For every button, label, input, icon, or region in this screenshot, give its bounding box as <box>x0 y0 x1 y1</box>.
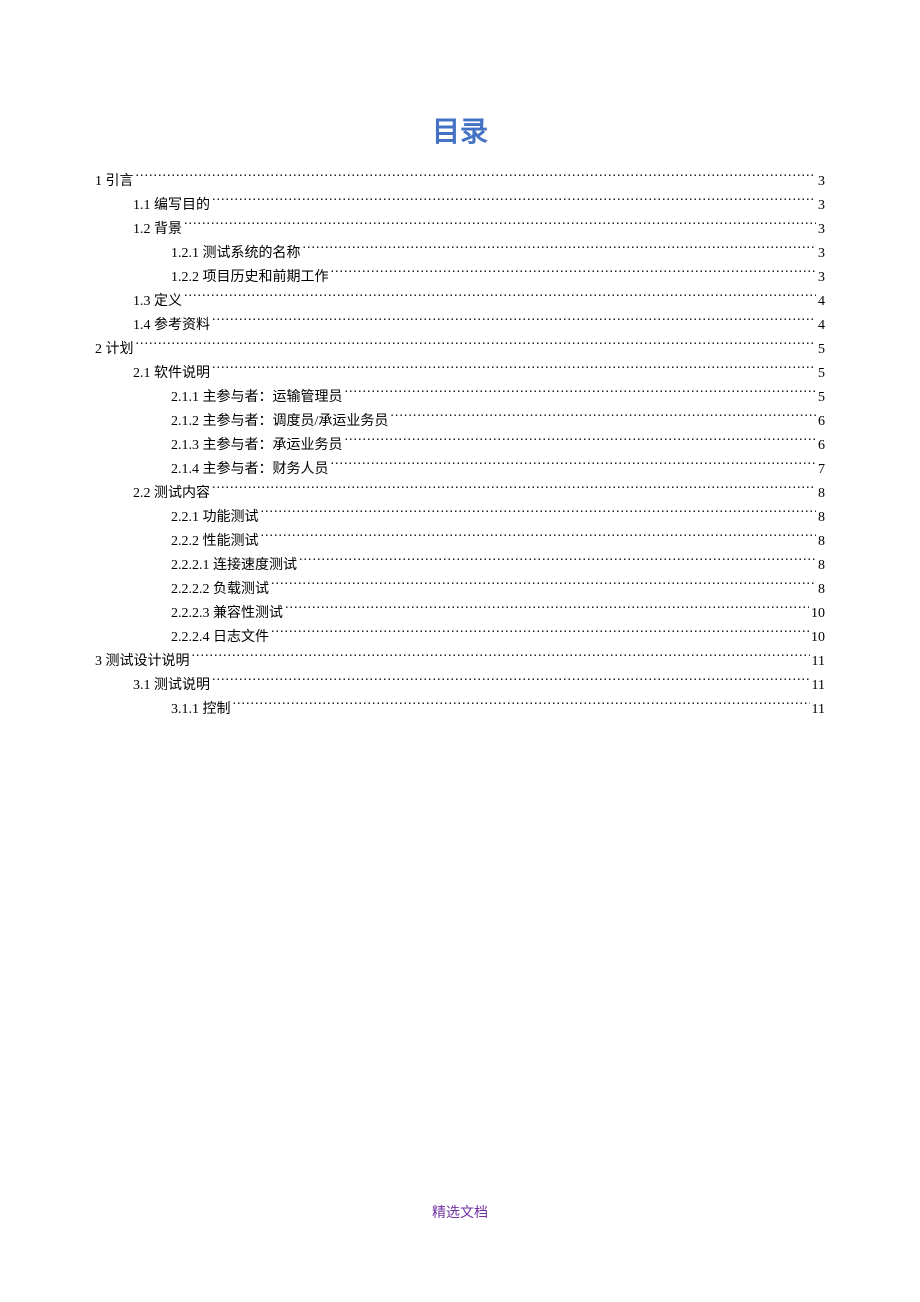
document-page: 目录 1 引言31.1 编写目的31.2 背景31.2.1 测试系统的名称31.… <box>0 0 920 772</box>
toc-entry[interactable]: 1.3 定义 4 <box>95 290 825 314</box>
toc-entry-label: 1 引言 <box>95 170 134 194</box>
toc-entry-page: 3 <box>818 266 825 290</box>
toc-entry-page: 5 <box>818 338 825 362</box>
toc-entry-page: 4 <box>818 290 825 314</box>
toc-entry[interactable]: 2 计划 5 <box>95 338 825 362</box>
toc-entry-page: 8 <box>818 530 825 554</box>
toc-entry[interactable]: 3.1 测试说明 11 <box>95 674 825 698</box>
toc-entry-label: 2 计划 <box>95 338 134 362</box>
toc-entry[interactable]: 2.1.3 主参与者：承运业务员 6 <box>95 434 825 458</box>
toc-entry-label: 2.1.4 主参与者：财务人员 <box>171 458 329 482</box>
toc-entry[interactable]: 2.1.1 主参与者：运输管理员 5 <box>95 386 825 410</box>
toc-entry-page: 8 <box>818 506 825 530</box>
toc-leader-dots <box>212 363 816 377</box>
toc-entry-label: 2.1 软件说明 <box>133 362 210 386</box>
toc-entry-label: 3 测试设计说明 <box>95 650 190 674</box>
toc-entry[interactable]: 1.2.2 项目历史和前期工作 3 <box>95 266 825 290</box>
toc-entry[interactable]: 1.4 参考资料 4 <box>95 314 825 338</box>
toc-leader-dots <box>261 507 817 521</box>
toc-entry-page: 3 <box>818 194 825 218</box>
toc-entry-page: 8 <box>818 554 825 578</box>
toc-entry-page: 8 <box>818 578 825 602</box>
toc-entry-label: 1.4 参考资料 <box>133 314 210 338</box>
toc-leader-dots <box>184 219 816 233</box>
toc-entry-label: 2.1.2 主参与者：调度员/承运业务员 <box>171 410 388 434</box>
toc-leader-dots <box>184 291 816 305</box>
toc-entry-label: 1.2.2 项目历史和前期工作 <box>171 266 329 290</box>
toc-entry-label: 1.2 背景 <box>133 218 182 242</box>
toc-leader-dots <box>271 579 816 593</box>
toc-entry-label: 3.1.1 控制 <box>171 698 231 722</box>
toc-entry-page: 11 <box>812 674 825 698</box>
toc-entry-page: 3 <box>818 170 825 194</box>
toc-leader-dots <box>212 483 816 497</box>
toc-leader-dots <box>136 339 817 353</box>
toc-entry[interactable]: 2.2 测试内容 8 <box>95 482 825 506</box>
toc-entry[interactable]: 2.1 软件说明 5 <box>95 362 825 386</box>
toc-entry-label: 2.2.2.3 兼容性测试 <box>171 602 283 626</box>
toc-entry[interactable]: 2.2.2.1 连接速度测试 8 <box>95 554 825 578</box>
toc-leader-dots <box>212 195 816 209</box>
toc-leader-dots <box>390 411 816 425</box>
toc-entry[interactable]: 3.1.1 控制 11 <box>95 698 825 722</box>
toc-leader-dots <box>261 531 817 545</box>
toc-entry-label: 2.2.1 功能测试 <box>171 506 259 530</box>
toc-entry-page: 11 <box>812 650 825 674</box>
toc-entry-page: 10 <box>811 602 825 626</box>
toc-entry[interactable]: 2.1.4 主参与者：财务人员 7 <box>95 458 825 482</box>
toc-entry[interactable]: 1.1 编写目的 3 <box>95 194 825 218</box>
toc-entry-label: 2.2 测试内容 <box>133 482 210 506</box>
toc-entry-label: 2.2.2 性能测试 <box>171 530 259 554</box>
toc-entry[interactable]: 2.2.2.4 日志文件 10 <box>95 626 825 650</box>
toc-entry-label: 1.1 编写目的 <box>133 194 210 218</box>
toc-entry-page: 4 <box>818 314 825 338</box>
toc-leader-dots <box>331 267 817 281</box>
toc-entry-label: 2.2.2.2 负载测试 <box>171 578 269 602</box>
page-footer: 精选文档 <box>0 1202 920 1222</box>
toc-entry-page: 7 <box>818 458 825 482</box>
toc-leader-dots <box>212 315 816 329</box>
toc-entry[interactable]: 2.2.2 性能测试 8 <box>95 530 825 554</box>
toc-entry-label: 1.3 定义 <box>133 290 182 314</box>
toc-entry[interactable]: 1.2 背景 3 <box>95 218 825 242</box>
toc-leader-dots <box>233 699 810 713</box>
toc-entry-page: 5 <box>818 362 825 386</box>
toc-leader-dots <box>299 555 816 569</box>
toc-entry[interactable]: 3 测试设计说明 11 <box>95 650 825 674</box>
toc-entry-label: 2.2.2.1 连接速度测试 <box>171 554 297 578</box>
toc-entry-page: 3 <box>818 218 825 242</box>
toc-leader-dots <box>136 171 817 185</box>
toc-entry-page: 5 <box>818 386 825 410</box>
toc-entry[interactable]: 2.2.2.2 负载测试 8 <box>95 578 825 602</box>
toc-entry[interactable]: 1.2.1 测试系统的名称 3 <box>95 242 825 266</box>
toc-entry-page: 10 <box>811 626 825 650</box>
toc-leader-dots <box>285 603 809 617</box>
toc-entry[interactable]: 2.1.2 主参与者：调度员/承运业务员 6 <box>95 410 825 434</box>
toc-entry[interactable]: 1 引言 3 <box>95 170 825 194</box>
toc-leader-dots <box>271 627 809 641</box>
toc-title: 目录 <box>95 110 825 150</box>
toc-leader-dots <box>192 651 810 665</box>
toc-entry[interactable]: 2.2.1 功能测试 8 <box>95 506 825 530</box>
toc-entry-label: 1.2.1 测试系统的名称 <box>171 242 301 266</box>
toc-entry-label: 3.1 测试说明 <box>133 674 210 698</box>
toc-leader-dots <box>303 243 817 257</box>
toc-entry-page: 8 <box>818 482 825 506</box>
toc-leader-dots <box>345 387 817 401</box>
toc-leader-dots <box>331 459 817 473</box>
toc-entry-page: 11 <box>812 698 825 722</box>
toc-entry-page: 6 <box>818 410 825 434</box>
toc-entry-label: 2.1.1 主参与者：运输管理员 <box>171 386 343 410</box>
toc-list: 1 引言31.1 编写目的31.2 背景31.2.1 测试系统的名称31.2.2… <box>95 170 825 722</box>
toc-entry-page: 6 <box>818 434 825 458</box>
toc-entry-label: 2.2.2.4 日志文件 <box>171 626 269 650</box>
toc-leader-dots <box>212 675 810 689</box>
toc-leader-dots <box>345 435 817 449</box>
toc-entry[interactable]: 2.2.2.3 兼容性测试 10 <box>95 602 825 626</box>
toc-entry-page: 3 <box>818 242 825 266</box>
toc-entry-label: 2.1.3 主参与者：承运业务员 <box>171 434 343 458</box>
